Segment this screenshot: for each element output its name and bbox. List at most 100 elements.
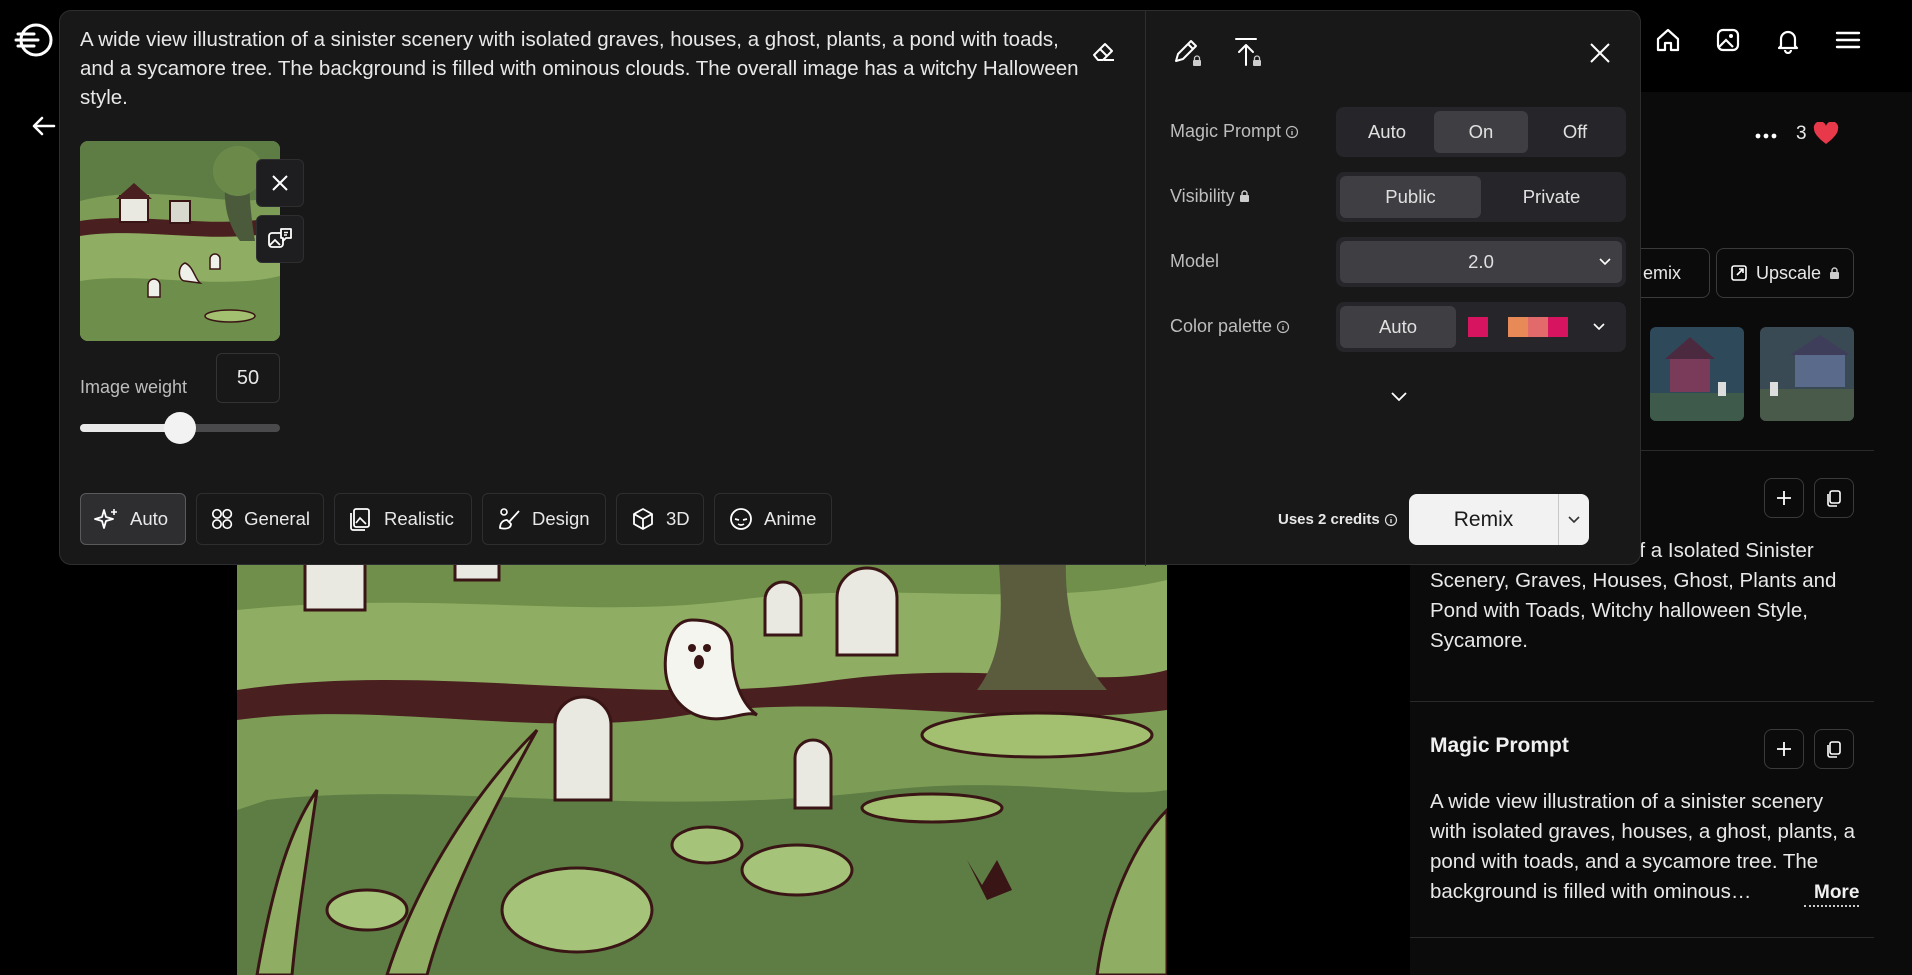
model-select-value[interactable]: 2.0 xyxy=(1340,241,1622,283)
style-general-button[interactable]: General xyxy=(196,493,324,545)
anime-face-icon xyxy=(730,508,752,530)
clear-prompt-button[interactable] xyxy=(1090,37,1118,65)
visibility-public-option[interactable]: Public xyxy=(1340,176,1481,218)
model-value-text: 2.0 xyxy=(1468,251,1494,272)
style-realistic-button[interactable]: Realistic xyxy=(334,493,472,545)
upload-lock-icon xyxy=(1235,38,1261,66)
arrow-left-icon xyxy=(32,116,56,136)
related-image-thumbnail[interactable] xyxy=(1760,327,1854,421)
main-artwork xyxy=(237,540,1167,975)
close-icon xyxy=(1590,43,1610,63)
magic-prompt-toggle[interactable]: Auto On Off xyxy=(1336,107,1626,157)
close-panel-button[interactable] xyxy=(1588,41,1612,65)
setting-label-text: Model xyxy=(1170,251,1220,271)
info-icon xyxy=(1276,320,1290,333)
magic-prompt-off-option[interactable]: Off xyxy=(1528,111,1622,153)
menu-button[interactable] xyxy=(1830,22,1866,58)
remix-panel-settings xyxy=(1145,11,1642,566)
style-label: General xyxy=(244,508,310,529)
palette-swatch xyxy=(1468,317,1488,337)
plus-icon xyxy=(1777,742,1791,756)
remix-panel-left: A wide view illustration of a sinister s… xyxy=(60,11,1145,566)
design-icon xyxy=(499,508,520,530)
home-button[interactable] xyxy=(1650,22,1686,58)
describe-image-button[interactable] xyxy=(256,215,304,263)
divider xyxy=(1410,937,1874,938)
expand-icon xyxy=(1731,265,1747,281)
cube-icon xyxy=(633,508,653,530)
reference-image xyxy=(80,141,280,341)
more-link[interactable]: More xyxy=(1804,882,1860,907)
gallery-button[interactable] xyxy=(1710,22,1746,58)
grid-icon xyxy=(211,508,233,530)
visibility-toggle[interactable]: Public Private xyxy=(1336,172,1626,222)
setting-label-text: Magic Prompt xyxy=(1170,121,1282,141)
palette-swatch xyxy=(1528,317,1548,337)
prompt-input[interactable]: A wide view illustration of a sinister s… xyxy=(80,25,1090,112)
magic-prompt-setting-label: Magic Prompt xyxy=(1170,121,1299,142)
model-setting-label: Model xyxy=(1170,251,1219,272)
pencil-lock-icon xyxy=(1175,40,1201,66)
add-magic-prompt-button[interactable] xyxy=(1764,729,1804,769)
remix-tab-label: emix xyxy=(1643,262,1682,283)
style-label: Realistic xyxy=(384,508,454,529)
upscale-button[interactable]: Upscale xyxy=(1716,248,1854,298)
edit-button[interactable] xyxy=(1170,35,1204,69)
remove-reference-button[interactable] xyxy=(256,159,304,207)
model-select[interactable]: 2.0 xyxy=(1336,237,1626,287)
app-logo[interactable] xyxy=(14,20,54,60)
color-palette-setting-label: Color palette xyxy=(1170,316,1290,337)
hamburger-icon xyxy=(1835,31,1861,49)
copy-icon xyxy=(1827,741,1841,758)
setting-label-text: Color palette xyxy=(1170,316,1273,336)
style-design-button[interactable]: Design xyxy=(482,493,606,545)
magic-prompt-auto-option[interactable]: Auto xyxy=(1340,111,1434,153)
upload-button[interactable] xyxy=(1230,35,1264,69)
chevron-down-icon xyxy=(1568,515,1580,523)
image-weight-input[interactable]: 50 xyxy=(216,353,280,403)
lock-icon xyxy=(1830,266,1840,279)
magic-prompt-text: A wide view illustration of a sinister s… xyxy=(1430,790,1856,903)
sparkle-icon xyxy=(94,509,117,529)
expand-settings-button[interactable] xyxy=(1390,391,1408,403)
logo-icon xyxy=(14,23,53,57)
divider xyxy=(1410,701,1874,702)
visibility-private-option[interactable]: Private xyxy=(1481,176,1622,218)
chevron-down-icon xyxy=(1593,323,1605,331)
credits-info: Uses 2 credits xyxy=(1278,511,1398,528)
plus-icon xyxy=(1777,491,1791,505)
palette-swatch xyxy=(1548,317,1568,337)
like-count: 3 xyxy=(1796,123,1807,144)
magic-prompt-on-option[interactable]: On xyxy=(1434,111,1528,153)
color-palette-select[interactable]: Auto xyxy=(1336,302,1626,352)
copy-icon xyxy=(1827,490,1841,507)
copy-prompt-button[interactable] xyxy=(1814,478,1854,518)
image-weight-label: Image weight xyxy=(80,377,188,397)
style-3d-button[interactable]: 3D xyxy=(616,493,704,545)
remix-button[interactable]: Remix xyxy=(1409,494,1589,545)
style-auto-button[interactable]: Auto xyxy=(80,493,186,545)
magic-prompt-title: Magic Prompt xyxy=(1430,734,1569,757)
remix-options-button[interactable] xyxy=(1559,515,1589,525)
photo-stack-icon xyxy=(350,508,370,531)
more-options-button[interactable] xyxy=(1754,124,1778,148)
color-palette-swatches[interactable] xyxy=(1456,306,1622,348)
related-image-thumbnail[interactable] xyxy=(1650,327,1744,421)
style-label: 3D xyxy=(666,508,690,529)
image-icon xyxy=(1716,28,1740,52)
credits-text: Uses 2 credits xyxy=(1278,511,1380,528)
color-palette-auto-option[interactable]: Auto xyxy=(1340,306,1456,348)
bell-icon xyxy=(1777,30,1799,54)
image-weight-value: 50 xyxy=(236,366,260,389)
copy-magic-prompt-button[interactable] xyxy=(1814,729,1854,769)
notifications-button[interactable] xyxy=(1770,22,1806,58)
chevron-down-icon xyxy=(1599,258,1611,266)
slider-handle[interactable] xyxy=(164,412,196,444)
info-icon xyxy=(1285,125,1299,138)
style-anime-button[interactable]: Anime xyxy=(714,493,832,545)
palette-swatch xyxy=(1488,317,1508,337)
add-prompt-button[interactable] xyxy=(1764,478,1804,518)
image-weight-slider[interactable] xyxy=(80,412,280,444)
visibility-setting-label: Visibility xyxy=(1170,186,1250,207)
like-button[interactable]: 3 xyxy=(1796,122,1839,146)
